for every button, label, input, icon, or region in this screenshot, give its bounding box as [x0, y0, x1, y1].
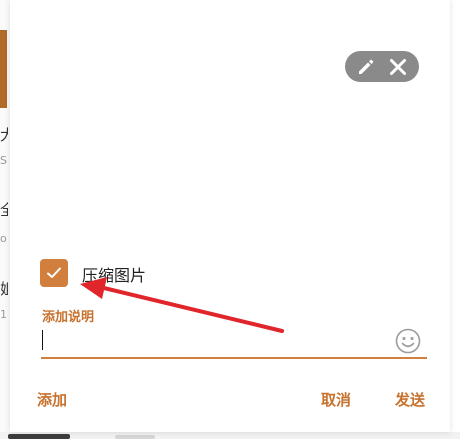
image-toolbar: [345, 51, 419, 82]
text-cursor: [42, 330, 43, 350]
background-footer: [0, 432, 460, 439]
caption-underline: [41, 357, 427, 359]
background-subtext: S: [0, 154, 7, 167]
send-image-dialog: 压缩图片 添加说明 添加 取消 发送: [10, 0, 450, 432]
caption-input[interactable]: [41, 325, 393, 357]
background-thumbnail: [0, 30, 7, 108]
background-footer-text: [8, 434, 70, 439]
compress-image-checkbox[interactable]: [40, 259, 68, 287]
background-text: 姐: [0, 280, 8, 298]
background-text: 大: [0, 126, 8, 144]
background-footer-text: [115, 435, 155, 439]
caption-label: 添加说明: [42, 310, 95, 325]
background-subtext: ot: [0, 232, 7, 245]
send-button[interactable]: 发送: [395, 389, 425, 410]
cancel-button[interactable]: 取消: [321, 389, 351, 410]
pencil-icon[interactable]: [355, 56, 377, 78]
add-button[interactable]: 添加: [37, 389, 67, 410]
smiley-icon[interactable]: [394, 327, 422, 355]
background-text: 全: [0, 201, 8, 219]
checkmark-icon: [47, 267, 61, 278]
compress-image-label[interactable]: 压缩图片: [82, 262, 146, 286]
close-icon[interactable]: [387, 56, 409, 78]
background-app: 大 S 全 ot 姐 1: [0, 0, 10, 439]
background-subtext: 1: [0, 308, 7, 321]
screen: 大 S 全 ot 姐 1: [0, 0, 460, 439]
